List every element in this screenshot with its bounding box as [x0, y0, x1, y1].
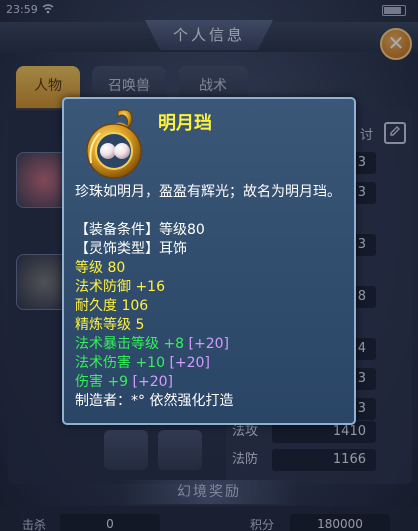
item-attribute-text: 法术暴击等级 +8 [75, 336, 189, 352]
item-attribute-line: 制造者：*° 依然强化打造 [75, 392, 233, 411]
item-attribute-line: 【装备条件】等级80 [75, 221, 205, 240]
item-attribute-line: 等级 80 [75, 259, 125, 278]
item-tooltip: 明月珰 珍珠如明月，盈盈有辉光；故名为明月珰。 【装备条件】等级80 【灵饰类型】… [62, 97, 356, 425]
item-attribute-text: [+20] [169, 355, 210, 371]
item-attribute-line: 精炼等级 5 [75, 316, 144, 335]
item-description: 珍珠如明月，盈盈有辉光；故名为明月珰。 [75, 184, 341, 200]
item-attribute-text: 等级 80 [75, 260, 126, 276]
item-attribute-line: 伤害 +9 [+20] [75, 373, 173, 392]
item-attribute-text: 【灵饰类型】耳饰 [75, 241, 187, 257]
item-name: 明月珰 [158, 113, 212, 134]
item-attribute-line: 法术伤害 +10 [+20] [75, 354, 210, 373]
item-attribute-line: 法术防御 +16 [75, 278, 165, 297]
item-attribute-text: 法术伤害 +10 [75, 355, 170, 371]
item-attribute-text: 制造者：*° 依然强化打造 [75, 393, 234, 409]
item-attribute-line: 法术暴击等级 +8 [+20] [75, 335, 229, 354]
item-attribute-text: [+20] [188, 336, 230, 352]
item-attribute-line: 耐久度 106 [75, 297, 148, 316]
item-attribute-text: 法术防御 +16 [75, 279, 165, 295]
item-attribute-line: 【灵饰类型】耳饰 [75, 240, 187, 259]
item-attribute-text: [+20] [132, 374, 174, 390]
item-attribute-text: 精炼等级 5 [75, 317, 145, 333]
item-attribute-text: 伤害 +9 [75, 374, 133, 390]
item-attribute-text: 【装备条件】等级80 [75, 222, 205, 238]
gold-pearl-earring-icon [86, 109, 142, 179]
item-attribute-text: 耐久度 106 [75, 298, 149, 314]
